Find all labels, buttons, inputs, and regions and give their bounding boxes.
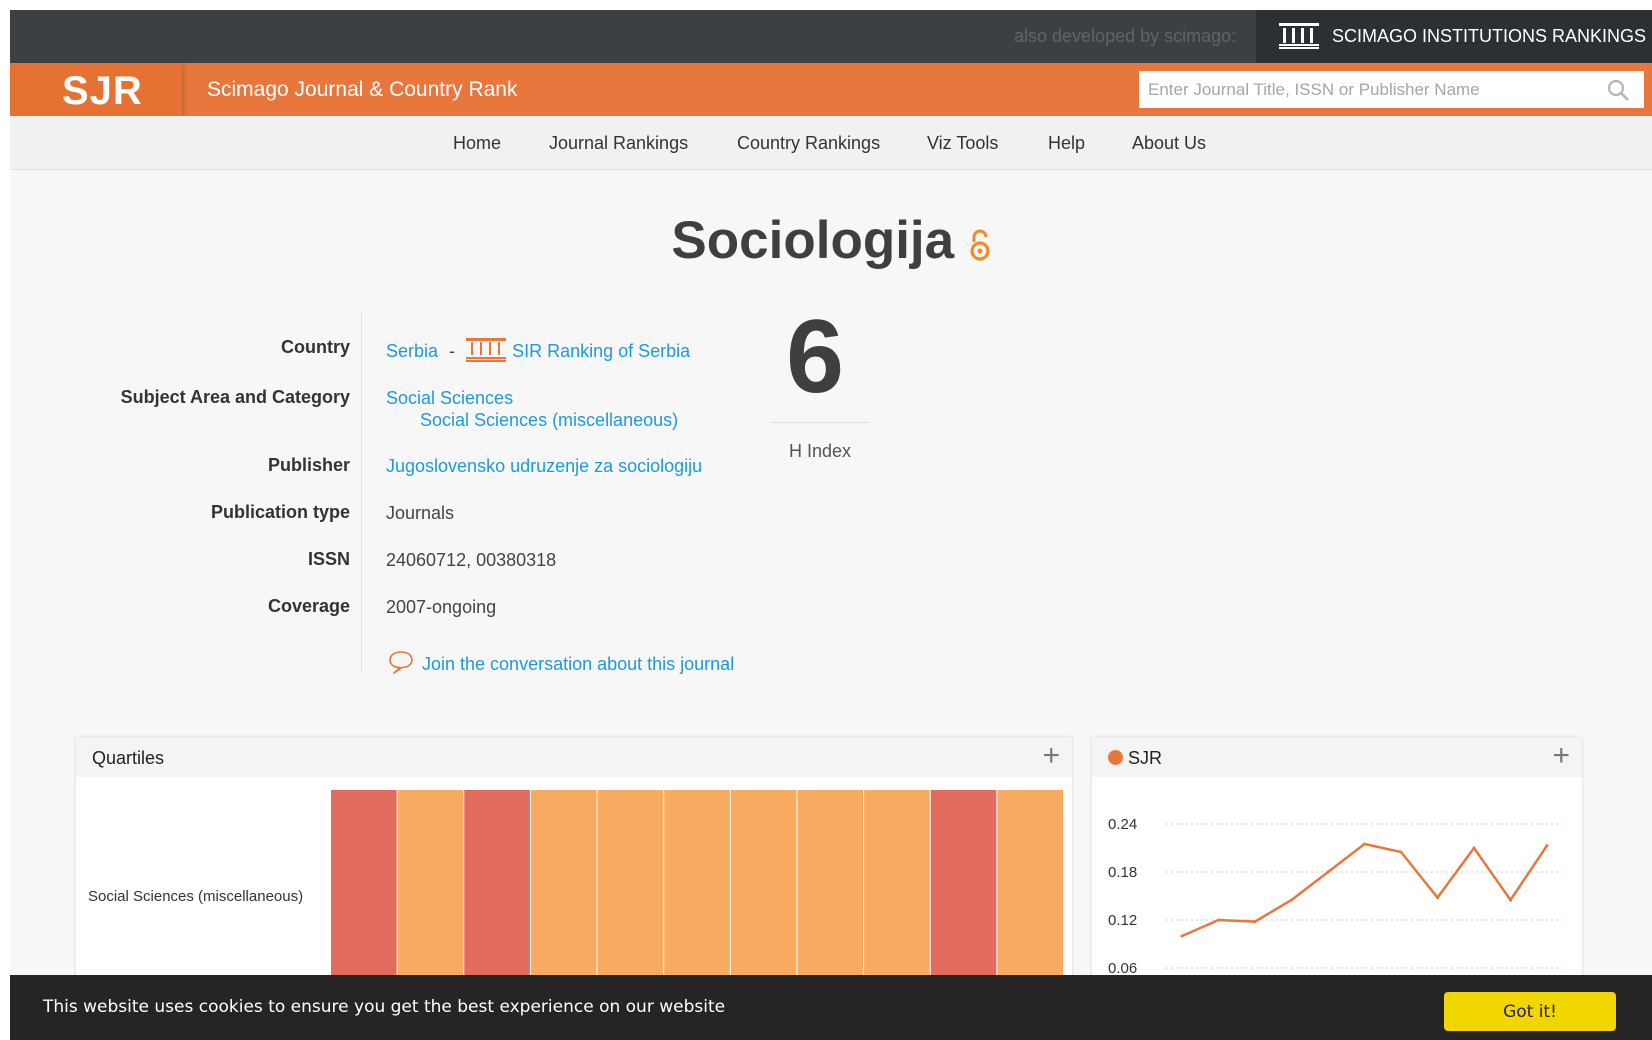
sjr-logo[interactable]: SJR (10, 63, 182, 116)
cookie-message: This website uses cookies to ensure you … (43, 997, 726, 1017)
conversation-link[interactable]: Join the conversation about this journal (388, 650, 734, 679)
sjr-widget-title: SJR (1128, 748, 1163, 768)
y-tick-label: 0.24 (1108, 816, 1137, 833)
publication-type-value: Journals (386, 503, 455, 523)
sjr-point[interactable] (1545, 844, 1549, 848)
sjr-point[interactable] (1253, 920, 1257, 924)
subject-area-link[interactable]: Social Sciences (386, 388, 513, 409)
sjr-legend-dot (1108, 750, 1123, 765)
nav-help[interactable]: Help (1048, 133, 1085, 154)
nav-country-rankings[interactable]: Country Rankings (737, 133, 880, 154)
sjr-point[interactable] (1180, 934, 1184, 938)
country-link[interactable]: Serbia (386, 341, 438, 361)
open-access-icon (969, 228, 991, 267)
search-input[interactable] (1139, 71, 1608, 108)
quartile-category-label: Social Sciences (miscellaneous) (88, 888, 304, 905)
also-developed-text: also developed by scimago: (1014, 26, 1237, 46)
top-bar: also developed by scimago: SCIMAGO INSTI… (10, 10, 1652, 63)
sjr-point[interactable] (1363, 842, 1366, 846)
sjr-widget-header: SJR + (1092, 737, 1582, 777)
institution-icon (1279, 23, 1319, 54)
publisher-link[interactable]: Jugoslovensko udruzenje za sociologiju (386, 456, 702, 477)
h-index-value: 6 (786, 299, 844, 415)
country-separator: - (449, 341, 456, 361)
sjr-point[interactable] (1326, 870, 1330, 874)
main-nav: Home Journal Rankings Country Rankings V… (10, 116, 1652, 170)
nav-home[interactable]: Home (453, 133, 501, 154)
issn-label: ISSN (307, 549, 350, 569)
header: SJR Scimago Journal & Country Rank (10, 63, 1652, 116)
search-box (1139, 71, 1644, 108)
sjr-point[interactable] (1436, 896, 1439, 900)
quartiles-widget-header: Quartiles + (76, 737, 1072, 777)
coverage-value: 2007-ongoing (386, 597, 497, 617)
subject-label: Subject Area and Category (120, 387, 350, 407)
y-tick-label: 0.12 (1108, 912, 1137, 929)
sir-ranking-link[interactable]: SIR Ranking of Serbia (466, 338, 691, 362)
country-label: Country (281, 337, 350, 357)
journal-title: Sociologija (671, 211, 955, 270)
sjr-series-line (1181, 842, 1549, 938)
title-row: Sociologija (10, 210, 1652, 271)
nav-journal-rankings[interactable]: Journal Rankings (549, 133, 688, 154)
speech-bubble-icon (388, 650, 414, 679)
site-name[interactable]: Scimago Journal & Country Rank (207, 78, 517, 102)
sir-label: SCIMAGO INSTITUTIONS RANKINGS (1332, 26, 1647, 46)
sjr-point[interactable] (1217, 918, 1220, 922)
coverage-label: Coverage (267, 596, 350, 616)
publisher-label: Publisher (267, 455, 350, 475)
expand-icon[interactable]: + (1552, 741, 1570, 771)
y-tick-label: 0.18 (1108, 864, 1137, 881)
sjr-point[interactable] (1472, 846, 1476, 850)
quartiles-widget-title: Quartiles (92, 748, 165, 768)
logo-text: SJR (62, 69, 143, 113)
sjr-point[interactable] (1509, 898, 1512, 902)
country-value: Serbia - SIR Ranking of Serbia (386, 338, 690, 367)
h-index-divider (772, 422, 868, 423)
info-divider (361, 312, 362, 673)
nav-about-us[interactable]: About Us (1132, 133, 1206, 154)
subject-category-link[interactable]: Social Sciences (miscellaneous) (420, 410, 678, 431)
issn-value: 24060712, 00380318 (386, 550, 557, 570)
sir-link[interactable]: SCIMAGO INSTITUTIONS RANKINGS (1256, 10, 1652, 63)
sir-ranking-text: SIR Ranking of Serbia (512, 341, 691, 361)
h-index-label: H Index (788, 441, 852, 461)
conversation-text: Join the conversation about this journal (422, 654, 735, 674)
expand-icon[interactable]: + (1042, 741, 1060, 771)
publication-type-label: Publication type (210, 502, 350, 522)
got-it-button[interactable]: Got it! (1444, 992, 1616, 1031)
cookie-banner: This website uses cookies to ensure you … (10, 975, 1652, 1040)
search-icon[interactable] (1606, 78, 1630, 107)
institution-icon (466, 338, 507, 367)
page-frame: also developed by scimago: SCIMAGO INSTI… (10, 10, 1652, 1040)
sjr-point[interactable] (1399, 850, 1403, 854)
sjr-point[interactable] (1290, 898, 1293, 902)
nav-viz-tools[interactable]: Viz Tools (927, 133, 998, 154)
